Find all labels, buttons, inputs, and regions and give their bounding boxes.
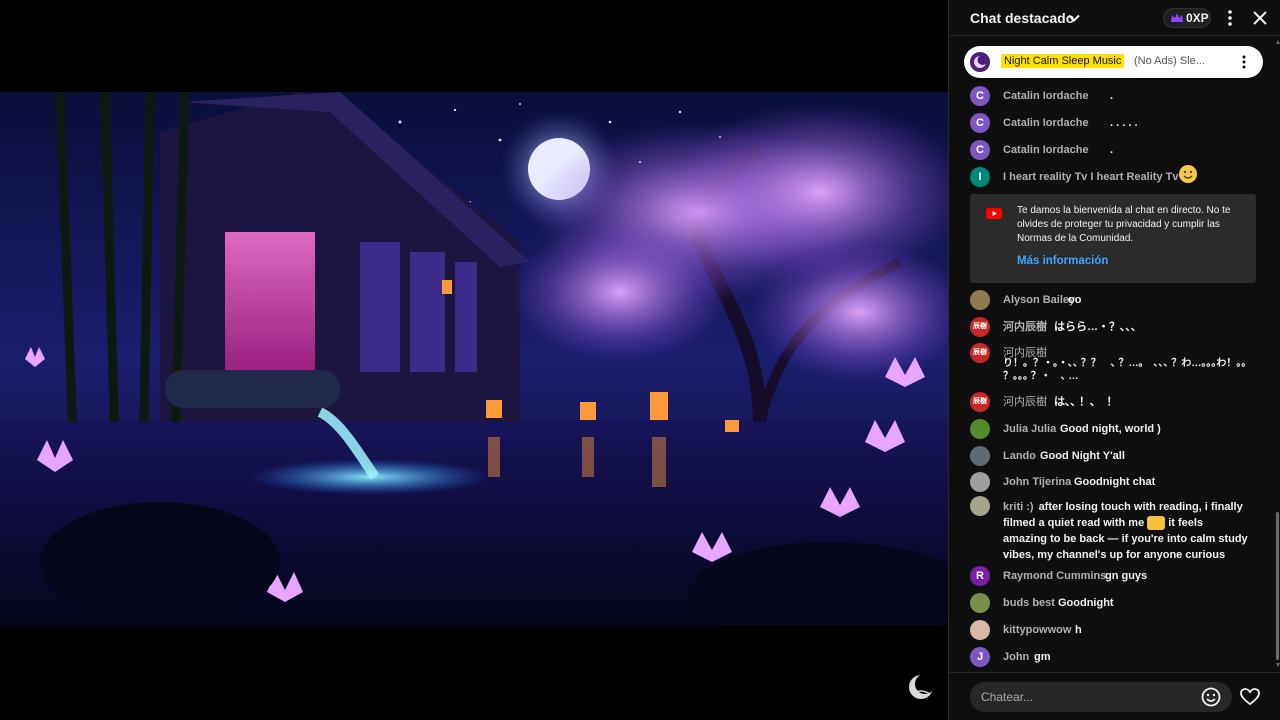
welcome-notice-text: Te damos la bienvenida al chat en direct… [1017,205,1231,244]
message-text: はらら…・？､､､ [1054,321,1137,333]
hug-emoji-icon [1147,516,1166,531]
avatar[interactable] [970,290,990,310]
video-player[interactable] [0,0,948,720]
more-vert-icon[interactable] [1240,54,1248,70]
avatar[interactable]: C [970,140,990,160]
message-text [1173,165,1197,183]
message-author[interactable]: Raymond Cummins [1003,569,1106,584]
message-text: Goodnight [1058,597,1114,609]
avatar[interactable] [970,446,990,466]
avatar[interactable]: C [970,86,990,106]
pinned-author-name: Night Calm Sleep Music [1001,54,1125,68]
message-author[interactable]: 河内辰樹 [1003,320,1047,335]
message-author[interactable]: kittypowwow [1003,623,1071,638]
message-author[interactable]: Catalin Iordache [1003,89,1089,104]
more-info-link[interactable]: Más información [1017,255,1108,267]
moon-logo-icon [970,52,990,72]
avatar[interactable]: J [970,647,990,667]
live-chat-panel: Chat destacado 0XP Night Calm Sleep Musi… [948,0,1280,720]
message-text: り！。？・。・､､ ？？ ､ ？…｡ ､､､ ？わ…｡｡｡わ！｡｡ ？｡｡｡ ？… [1003,358,1247,382]
avatar[interactable]: 辰樹 [970,392,990,412]
message-author[interactable]: John [1003,650,1029,665]
message-author[interactable]: Catalin Iordache [1003,143,1089,158]
pinned-message-banner[interactable]: Night Calm Sleep Music (No Ads) Sle... [964,46,1263,78]
close-icon[interactable] [1251,9,1269,27]
message-text: Good night, world ) [1060,423,1161,435]
smile-emoji-icon [1179,165,1197,183]
message-author[interactable]: Catalin Iordache [1003,116,1089,131]
channel-points-badge[interactable]: 0XP [1163,8,1211,28]
chat-input-bar [949,672,1280,720]
message-body: kriti :) after losing touch with reading,… [1003,499,1248,563]
message-author[interactable]: kriti :) [1003,501,1034,513]
pinned-message-text: (No Ads) Sle... [1134,55,1205,67]
chat-mode-title[interactable]: Chat destacado [970,10,1074,26]
message-text: gn guys [1105,570,1148,582]
avatar[interactable] [970,593,990,613]
avatar[interactable]: C [970,113,990,133]
pinned-author-avatar [970,52,990,72]
chevron-down-icon[interactable] [1067,11,1081,25]
message-text: . [1110,144,1114,156]
points-value: 0XP [1186,11,1209,25]
avatar[interactable]: 辰樹 [970,317,990,337]
emoji-icon[interactable] [1200,686,1222,708]
message-text: . [1110,90,1114,102]
chat-message: kriti :) after losing touch with reading,… [970,496,1270,561]
message-text: after losing touch with reading, i final… [1003,501,1243,529]
scroll-down-arrow-icon[interactable] [1276,663,1280,667]
message-text: gm [1034,651,1051,663]
video-frame[interactable] [0,92,948,625]
chat-message: 辰樹 河内辰樹 り！。？・。・､､ ？？ ､ ？…｡ ､､､ ？わ…｡｡｡わ！｡… [970,343,1270,383]
avatar[interactable] [970,419,990,439]
message-text: h [1075,624,1082,636]
message-author[interactable]: buds best [1003,596,1055,611]
message-text: oo [1068,294,1082,306]
chat-message-list[interactable]: C Catalin Iordache . C Catalin Iordache … [949,84,1280,672]
message-author[interactable]: Alyson Bailey [1003,293,1075,308]
message-author[interactable]: Julia Julia [1003,422,1056,437]
message-text: Good Night Y'all [1040,450,1125,462]
heart-icon[interactable] [1239,686,1261,708]
chat-header: Chat destacado 0XP [949,0,1280,36]
chat-message-input[interactable] [970,682,1232,712]
message-text: Goodnight chat [1074,476,1156,488]
message-text: . . . . . [1110,117,1138,129]
avatar[interactable] [970,472,990,492]
avatar[interactable] [970,620,990,640]
scroll-up-arrow-icon[interactable] [1276,40,1280,44]
youtube-icon [986,208,1002,219]
more-vert-icon[interactable] [1222,8,1238,28]
avatar[interactable]: 辰樹 [970,343,990,363]
avatar[interactable]: I [970,167,990,187]
message-text: は､､ ！､ ！ [1054,396,1118,408]
message-author[interactable]: 河内辰樹 [1003,395,1047,410]
crown-icon [1171,13,1183,22]
avatar[interactable]: R [970,566,990,586]
avatar[interactable] [970,496,990,516]
welcome-notice-card: Te damos la bienvenida al chat en direct… [970,194,1256,283]
video-scene-illustration [0,92,948,625]
message-author[interactable]: John Tijerina [1003,475,1071,490]
message-author[interactable]: I heart reality Tv I heart Reality Tv [1003,170,1178,185]
message-author[interactable]: Lando [1003,449,1036,464]
moon-logo-icon[interactable] [906,672,936,702]
chat-scrollbar-thumb[interactable] [1276,512,1279,660]
